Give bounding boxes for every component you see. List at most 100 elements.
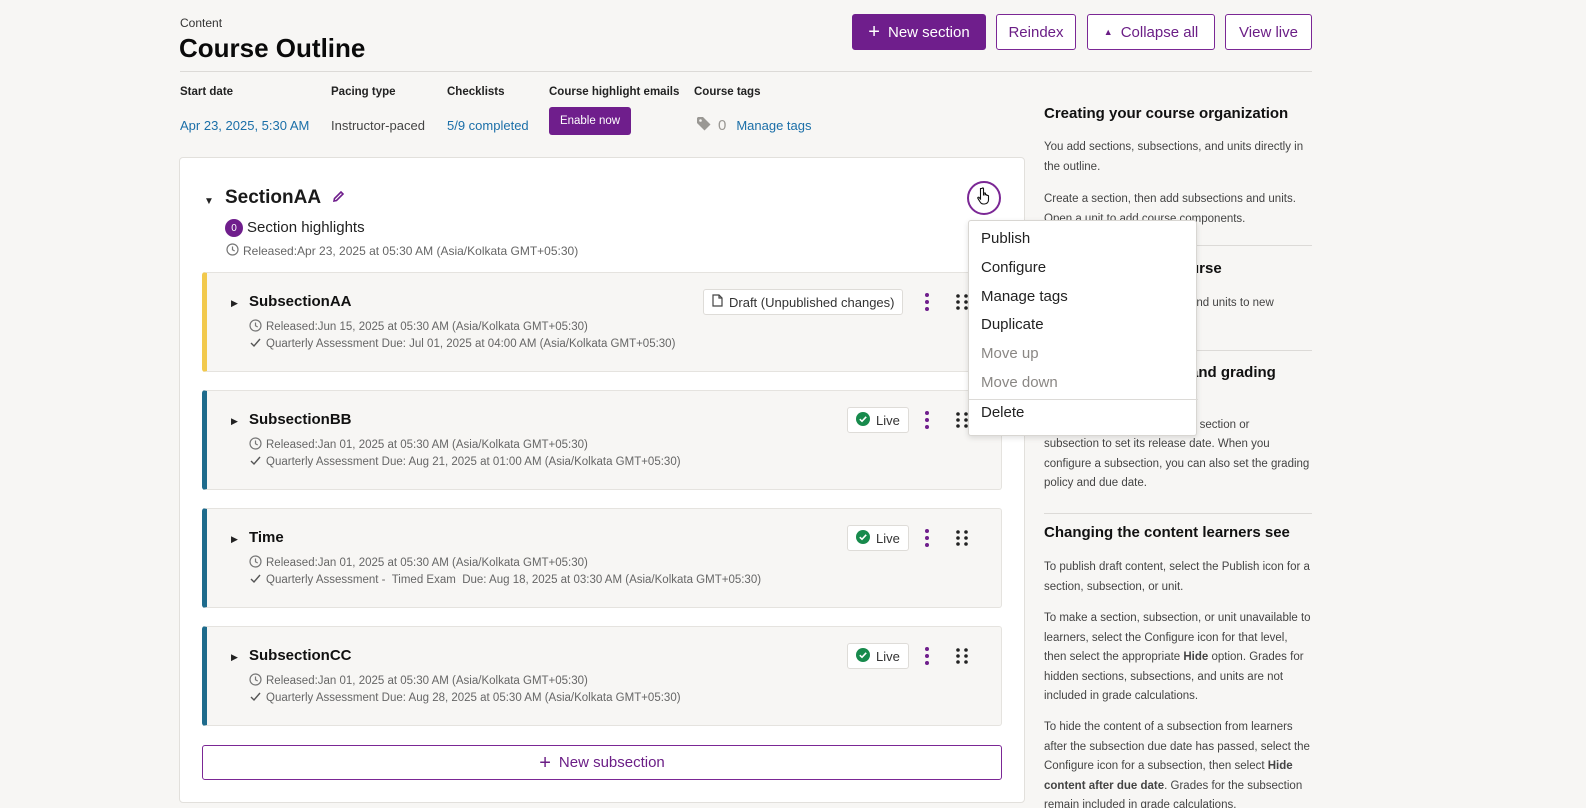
highlight-emails-label: Course highlight emails bbox=[549, 86, 680, 98]
kebab-menu-icon[interactable] bbox=[917, 645, 937, 667]
menu-divider bbox=[969, 399, 1198, 400]
subsection-due-text: Quarterly Assessment Due: Jul 01, 2025 a… bbox=[266, 338, 676, 350]
checklists-link[interactable]: 5/9 completed bbox=[447, 118, 529, 133]
drag-handle-icon[interactable] bbox=[955, 293, 969, 311]
subsection-card[interactable]: ▶ SubsectionBB Live Released:Jan 01, 202… bbox=[202, 390, 1002, 490]
sidebar-heading-changing: Changing the content learners see bbox=[1044, 524, 1290, 541]
subsection-release: Released:Jan 01, 2025 at 05:30 AM (Asia/… bbox=[249, 437, 588, 453]
start-date-link[interactable]: Apr 23, 2025, 5:30 AM bbox=[180, 118, 309, 133]
section-options-menu: Publish Configure Manage tags Duplicate … bbox=[968, 220, 1198, 436]
status-text: Live bbox=[876, 412, 900, 428]
clock-icon bbox=[249, 673, 262, 689]
course-tags-label: Course tags bbox=[694, 86, 761, 98]
collapse-all-label: Collapse all bbox=[1120, 23, 1199, 41]
plus-icon: + bbox=[539, 751, 551, 774]
menu-item-configure[interactable]: Configure bbox=[981, 259, 1046, 276]
subsection-due-text: Quarterly Assessment Due: Aug 21, 2025 a… bbox=[266, 456, 681, 468]
check-circle-icon bbox=[856, 647, 870, 665]
document-icon bbox=[712, 294, 723, 310]
menu-item-publish[interactable]: Publish bbox=[981, 230, 1030, 247]
new-section-button[interactable]: + New section bbox=[852, 14, 986, 50]
subsection-due: Quarterly Assessment Due: Aug 28, 2025 a… bbox=[249, 690, 681, 706]
sidebar-heading-partial: and grading bbox=[1190, 364, 1276, 381]
menu-item-manage-tags[interactable]: Manage tags bbox=[981, 288, 1068, 305]
subsection-card[interactable]: ▶ SubsectionAA Draft (Unpublished change… bbox=[202, 272, 1002, 372]
pencil-icon[interactable] bbox=[332, 190, 345, 208]
checkmark-icon bbox=[249, 454, 262, 470]
drag-handle-icon[interactable] bbox=[955, 647, 969, 665]
subsection-due: Quarterly Assessment - Timed Exam Due: A… bbox=[249, 572, 761, 588]
subsection-title: SubsectionAA bbox=[249, 293, 352, 310]
checkmark-icon bbox=[249, 572, 262, 588]
caret-right-icon[interactable]: ▶ bbox=[231, 652, 238, 663]
manage-tags-link[interactable]: Manage tags bbox=[736, 118, 811, 133]
tag-icon bbox=[696, 116, 712, 135]
status-text: Live bbox=[876, 530, 900, 546]
clock-icon bbox=[226, 243, 239, 259]
kebab-menu-icon[interactable] bbox=[917, 409, 937, 431]
checklists-label: Checklists bbox=[447, 86, 505, 98]
subsection-release-text: Released:Jan 01, 2025 at 05:30 AM (Asia/… bbox=[266, 557, 588, 569]
checkmark-icon bbox=[249, 690, 262, 706]
caret-down-icon[interactable]: ▼ bbox=[204, 196, 214, 207]
caret-right-icon[interactable]: ▶ bbox=[231, 298, 238, 309]
subsection-release: Released:Jan 01, 2025 at 05:30 AM (Asia/… bbox=[249, 673, 588, 689]
drag-handle-icon[interactable] bbox=[955, 411, 969, 429]
kebab-menu-icon[interactable] bbox=[917, 291, 937, 313]
collapse-all-button[interactable]: ▲ Collapse all bbox=[1087, 14, 1215, 50]
sidebar-paragraph: subsection to set its release date. When… bbox=[1044, 438, 1310, 489]
section-highlights-link[interactable]: Section highlights bbox=[247, 219, 365, 236]
view-live-button[interactable]: View live bbox=[1225, 14, 1312, 50]
subsection-title: Time bbox=[249, 529, 284, 546]
reindex-button[interactable]: Reindex bbox=[996, 14, 1076, 50]
page-eyebrow: Content bbox=[180, 16, 223, 30]
section-release: Released:Apr 23, 2025 at 05:30 AM (Asia/… bbox=[226, 243, 578, 259]
start-date-label: Start date bbox=[180, 86, 234, 98]
kebab-menu-icon[interactable] bbox=[917, 527, 937, 549]
reindex-label: Reindex bbox=[1008, 23, 1064, 41]
section-title: SectionAA bbox=[225, 187, 322, 208]
status-text: Draft (Unpublished changes) bbox=[729, 294, 895, 310]
sidebar-divider bbox=[1044, 513, 1312, 514]
status-text: Live bbox=[876, 648, 900, 664]
hand-cursor-icon bbox=[976, 186, 992, 210]
check-circle-icon bbox=[856, 411, 870, 429]
status-badge: Draft (Unpublished changes) bbox=[703, 289, 904, 315]
clock-icon bbox=[249, 555, 262, 571]
subsection-due-text: Quarterly Assessment Due: Aug 28, 2025 a… bbox=[266, 692, 681, 704]
new-subsection-button[interactable]: + New subsection bbox=[202, 745, 1002, 780]
subsection-card[interactable]: ▶ Time Live Released:Jan 01, 2025 at 05:… bbox=[202, 508, 1002, 608]
section-options-button[interactable] bbox=[967, 181, 1001, 215]
caret-right-icon[interactable]: ▶ bbox=[231, 534, 238, 545]
subsection-release-text: Released:Jan 01, 2025 at 05:30 AM (Asia/… bbox=[266, 439, 588, 451]
drag-handle-icon[interactable] bbox=[955, 529, 969, 547]
check-circle-icon bbox=[856, 529, 870, 547]
pacing-type-label: Pacing type bbox=[331, 86, 396, 98]
sidebar-paragraph: To publish draft content, select the Pub… bbox=[1044, 561, 1310, 593]
new-section-label: New section bbox=[887, 23, 970, 41]
caret-right-icon[interactable]: ▶ bbox=[231, 416, 238, 427]
sidebar-paragraph: To hide the content of a subsection from… bbox=[1044, 718, 1312, 808]
menu-item-move-up: Move up bbox=[981, 345, 1039, 362]
subsection-card[interactable]: ▶ SubsectionCC Live Released:Jan 01, 202… bbox=[202, 626, 1002, 726]
subsection-release: Released:Jan 01, 2025 at 05:30 AM (Asia/… bbox=[249, 555, 588, 571]
page-title: Course Outline bbox=[179, 33, 366, 63]
pacing-type-value: Instructor-paced bbox=[331, 118, 425, 133]
clock-icon bbox=[249, 437, 262, 453]
subsection-title: SubsectionCC bbox=[249, 647, 352, 664]
clock-icon bbox=[249, 319, 262, 335]
menu-item-move-down: Move down bbox=[981, 374, 1058, 391]
subsection-due: Quarterly Assessment Due: Aug 21, 2025 a… bbox=[249, 454, 681, 470]
header-divider bbox=[180, 71, 1312, 72]
section-release-text: Released:Apr 23, 2025 at 05:30 AM (Asia/… bbox=[243, 244, 579, 258]
subsection-title: SubsectionBB bbox=[249, 411, 352, 428]
sidebar-paragraph: and units to new bbox=[1190, 297, 1274, 309]
course-tags: 0 Manage tags bbox=[696, 116, 812, 135]
subsection-release-text: Released:Jun 15, 2025 at 05:30 AM (Asia/… bbox=[266, 321, 588, 333]
plus-icon: + bbox=[868, 21, 880, 43]
menu-item-delete[interactable]: Delete bbox=[981, 404, 1024, 421]
highlights-count-badge: 0 bbox=[225, 219, 243, 237]
enable-now-button[interactable]: Enable now bbox=[549, 107, 631, 135]
menu-item-duplicate[interactable]: Duplicate bbox=[981, 316, 1044, 333]
status-badge: Live bbox=[847, 643, 909, 669]
